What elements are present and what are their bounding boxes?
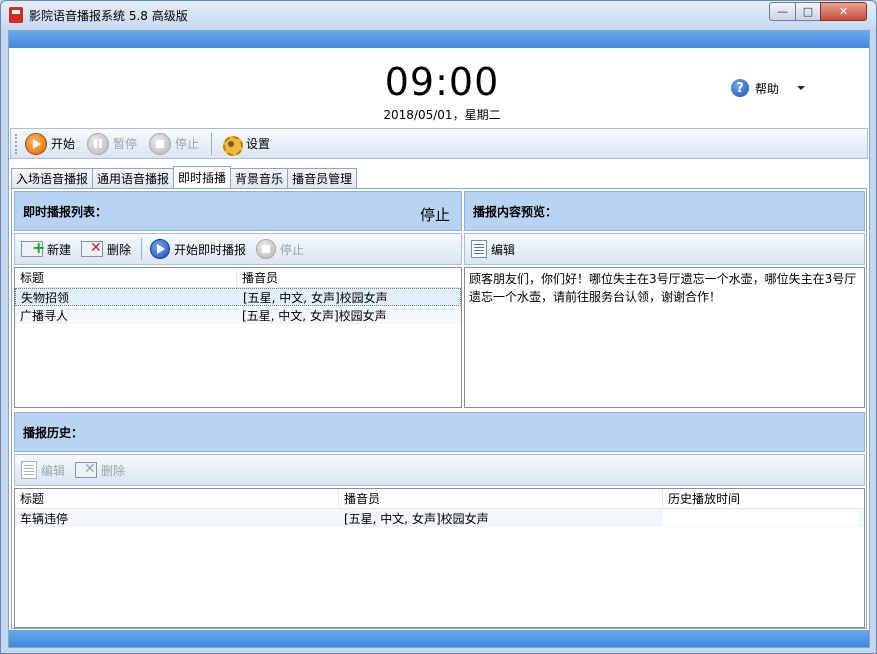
- settings-button[interactable]: 设置: [220, 133, 271, 156]
- stop-icon: [149, 132, 172, 155]
- main-area: 09:00 2018/05/01，星期二 ? 帮助 开始 暂停 停止 设置 入场…: [8, 30, 870, 648]
- stop-label: 停止: [175, 137, 200, 151]
- close-button[interactable]: ✕: [820, 2, 867, 21]
- preview-edit-button[interactable]: 编辑: [471, 240, 515, 258]
- start-label: 开始: [51, 137, 76, 151]
- row-title: 失物招领: [21, 290, 70, 305]
- history-delete-button[interactable]: 删除: [75, 461, 126, 479]
- start-button[interactable]: 开始: [25, 132, 76, 155]
- preview-toolbar: 编辑: [464, 233, 865, 265]
- delete-button[interactable]: 删除: [81, 240, 132, 258]
- history-title: 播报历史：: [23, 425, 84, 440]
- instant-toolbar: 新建 删除 开始即时播报 停止: [14, 233, 462, 265]
- table-row[interactable]: 广播寻人 [五星, 中文, 女声]校园女声: [15, 306, 461, 324]
- title-bar[interactable]: 影院语音播报系统 5.8 高级版 — □ ✕: [1, 1, 876, 29]
- help-menu[interactable]: ? 帮助: [731, 79, 806, 97]
- row-title: 车辆违停: [20, 511, 69, 526]
- history-toolbar: 编辑 删除: [14, 454, 865, 486]
- main-toolbar: 开始 暂停 停止 设置: [10, 128, 868, 159]
- delete-icon: [81, 240, 104, 257]
- instant-toolbar-separator: [141, 238, 143, 260]
- tab-entry-announce[interactable]: 入场语音播报: [11, 168, 94, 188]
- stop-button[interactable]: 停止: [149, 132, 200, 155]
- add-icon: [21, 238, 45, 257]
- play-icon: [150, 239, 171, 259]
- pause-button[interactable]: 暂停: [87, 132, 138, 155]
- settings-label: 设置: [246, 137, 271, 151]
- clock-area: 09:00 2018/05/01，星期二 ? 帮助: [9, 48, 869, 126]
- pause-icon: [87, 132, 110, 155]
- instant-list-header: 即时播报列表：: [14, 191, 462, 231]
- column-header-history-time[interactable]: 历史播放时间: [663, 489, 864, 508]
- tab-general-announce[interactable]: 通用语音播报: [92, 168, 175, 188]
- window-title: 影院语音播报系统 5.8 高级版: [29, 9, 188, 23]
- history-list[interactable]: 标题 播音员 历史播放时间 车辆违停 [五星, 中文, 女声]校园女声: [14, 488, 865, 628]
- preview-text: 顾客朋友们，你们好！哪位失主在3号厅遗忘一个水壶，哪位失主在3号厅遗忘一个水壶，…: [464, 267, 865, 408]
- help-label: 帮助: [755, 81, 780, 96]
- instant-list-columns: 标题 播音员: [15, 268, 461, 288]
- instant-list-title: 即时播报列表：: [23, 204, 108, 219]
- instant-list[interactable]: 标题 播音员 失物招领 [五星, 中文, 女声]校园女声 广播寻人 [五星, 中…: [14, 267, 462, 408]
- gear-icon: [220, 133, 244, 156]
- table-row[interactable]: 车辆违停 [五星, 中文, 女声]校园女声: [15, 509, 864, 527]
- column-header-title[interactable]: 标题: [15, 268, 237, 287]
- preview-header: 播报内容预览：: [464, 191, 865, 231]
- edit-document-icon: [471, 240, 487, 258]
- history-list-columns: 标题 播音员 历史播放时间: [15, 489, 864, 509]
- history-edit-label: 编辑: [41, 463, 66, 478]
- row-announcer: [五星, 中文, 女声]校园女声: [344, 511, 489, 526]
- pause-label: 暂停: [113, 137, 138, 151]
- tab-content: 即时播报列表： 停止 新建 删除 开始即时播报: [11, 188, 867, 629]
- delete-icon: [75, 461, 98, 478]
- toolbar-grip[interactable]: [15, 133, 19, 154]
- column-header-announcer[interactable]: 播音员: [237, 268, 461, 287]
- tab-announcer-management[interactable]: 播音员管理: [287, 168, 358, 188]
- tab-bar: 入场语音播报 通用语音播报 即时插播 背景音乐 播音员管理: [11, 166, 358, 188]
- status-strip: [9, 630, 869, 647]
- app-icon: [9, 7, 23, 23]
- preview-edit-label: 编辑: [491, 242, 516, 257]
- new-label: 新建: [47, 242, 72, 257]
- app-window: 影院语音播报系统 5.8 高级版 — □ ✕ 09:00 2018/05/01，…: [0, 0, 877, 654]
- table-row[interactable]: 失物招领 [五星, 中文, 女声]校园女声: [15, 288, 461, 306]
- row-title: 广播寻人: [20, 308, 69, 323]
- help-icon: ?: [731, 79, 749, 97]
- preview-title: 播报内容预览：: [473, 204, 558, 219]
- column-header-announcer[interactable]: 播音员: [339, 489, 663, 508]
- instant-stop-label: 停止: [280, 242, 305, 257]
- start-instant-button[interactable]: 开始即时播报: [150, 239, 246, 259]
- row-announcer: [五星, 中文, 女声]校园女声: [243, 290, 388, 305]
- column-header-title[interactable]: 标题: [15, 489, 339, 508]
- start-instant-label: 开始即时播报: [174, 242, 247, 257]
- row-history-time: [663, 510, 858, 526]
- instant-status: 停止: [420, 206, 451, 224]
- stop-icon: [256, 239, 277, 259]
- minimize-button[interactable]: —: [769, 2, 796, 21]
- row-announcer: [五星, 中文, 女声]校园女声: [242, 308, 387, 323]
- tab-background-music[interactable]: 背景音乐: [230, 168, 289, 188]
- clock-date: 2018/05/01，星期二: [383, 108, 501, 122]
- toolbar-separator: [211, 132, 213, 155]
- instant-stop-button[interactable]: 停止: [256, 239, 304, 259]
- delete-label: 删除: [107, 242, 132, 257]
- edit-document-icon: [21, 461, 37, 479]
- history-header: 播报历史：: [14, 412, 865, 452]
- history-delete-label: 删除: [101, 463, 126, 478]
- top-strip: [9, 31, 869, 48]
- new-button[interactable]: 新建: [21, 238, 72, 258]
- history-edit-button[interactable]: 编辑: [21, 461, 65, 479]
- play-icon: [25, 132, 47, 155]
- tab-instant-insert[interactable]: 即时插播: [173, 166, 232, 188]
- chevron-down-icon[interactable]: [797, 86, 806, 90]
- maximize-button[interactable]: □: [795, 2, 821, 21]
